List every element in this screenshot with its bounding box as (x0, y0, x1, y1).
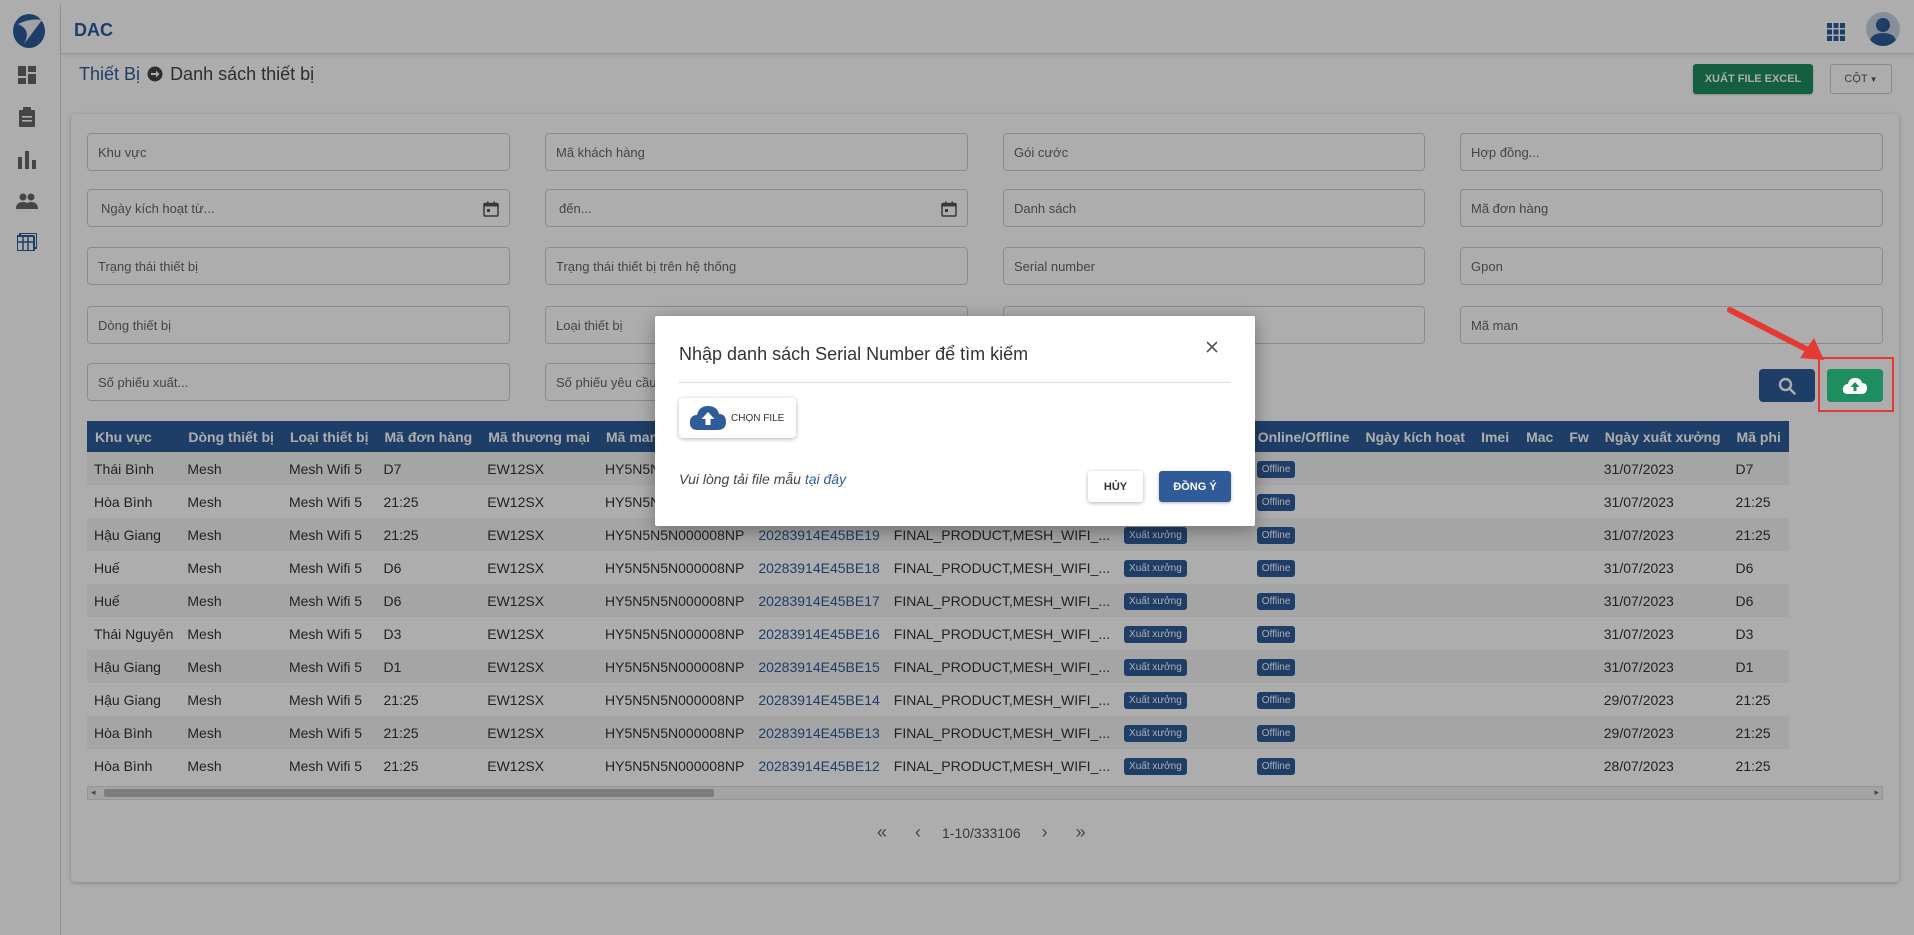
cloud-upload-icon (1842, 377, 1867, 394)
confirm-button[interactable]: ĐỒNG Ý (1159, 471, 1231, 502)
choose-file-button[interactable]: CHỌN FILE (679, 398, 796, 438)
modal-title: Nhập danh sách Serial Number để tìm kiếm (679, 344, 1029, 364)
template-note-text: Vui lòng tải file mẫu (679, 471, 805, 487)
close-icon[interactable] (1205, 340, 1219, 354)
cancel-button[interactable]: HỦY (1088, 471, 1143, 502)
choose-file-label: CHỌN FILE (731, 412, 785, 424)
cloud-upload-icon (689, 406, 726, 430)
modal-divider (679, 382, 1231, 383)
upload-button-highlighted[interactable] (1827, 369, 1883, 402)
template-download-link[interactable]: tại đây (805, 471, 846, 487)
template-note: Vui lòng tải file mẫu tại đây (679, 471, 846, 487)
serial-import-modal: Nhập danh sách Serial Number để tìm kiếm… (655, 316, 1255, 526)
